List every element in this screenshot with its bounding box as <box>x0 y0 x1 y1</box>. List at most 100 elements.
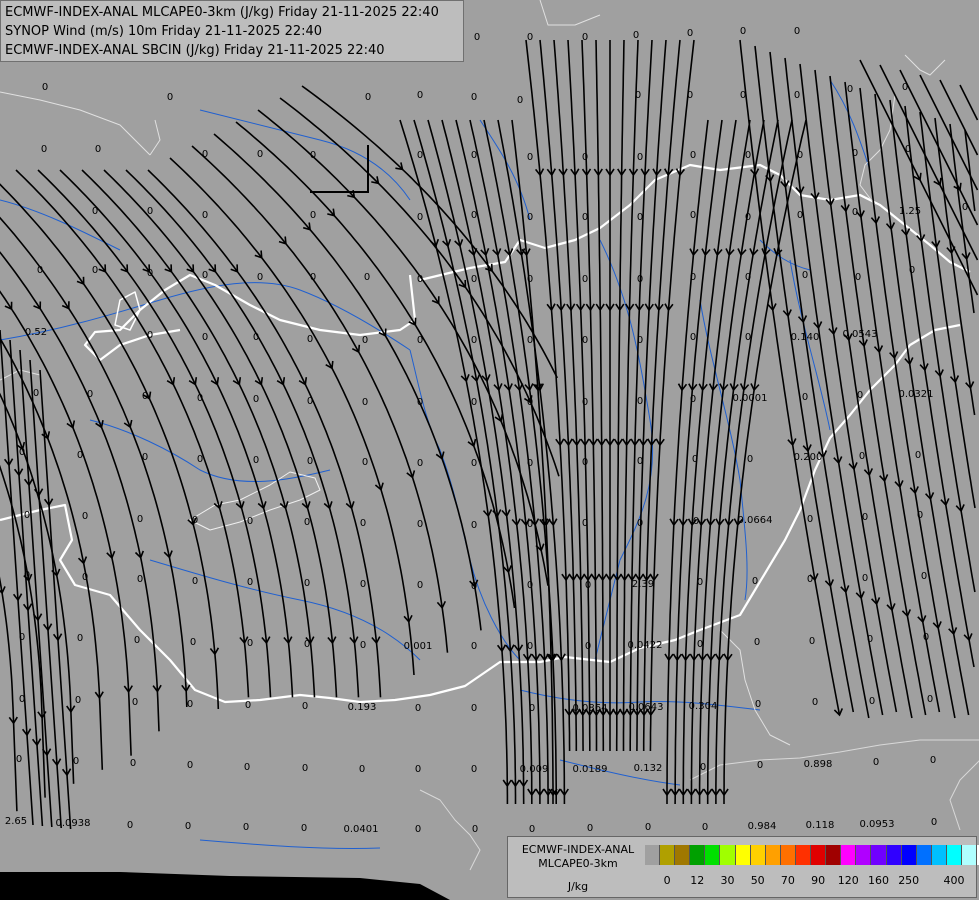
sbcin-value-label: 0 <box>527 152 533 163</box>
sbcin-value-label: 0 <box>582 335 588 346</box>
sbcin-value-label: 0 <box>471 92 477 103</box>
legend-swatches <box>645 845 979 865</box>
sbcin-value-label: 1.25 <box>899 206 921 217</box>
sbcin-value-label: 0 <box>471 397 477 408</box>
legend-swatch <box>916 845 932 865</box>
sbcin-value-label: 0 <box>917 510 923 521</box>
sbcin-value-label: 0 <box>690 272 696 283</box>
sbcin-value-label: 0.0543 <box>843 329 878 340</box>
sbcin-value-label: 0 <box>247 638 253 649</box>
sbcin-value-label: 0 <box>137 514 143 525</box>
sbcin-value-label: 0 <box>417 397 423 408</box>
legend-swatch <box>961 845 978 865</box>
sbcin-value-label: 0.001 <box>404 641 433 652</box>
title-synop-wind: SYNOP Wind (m/s) 10m Friday 21-11-2025 2… <box>5 24 323 39</box>
sbcin-value-label: 0 <box>253 394 259 405</box>
sbcin-value-label: 0 <box>471 274 477 285</box>
sbcin-value-label: 0 <box>471 703 477 714</box>
sbcin-value-label: 0.0953 <box>860 819 895 830</box>
sbcin-value-label: 0 <box>257 272 263 283</box>
sbcin-value-label: 0 <box>304 578 310 589</box>
sbcin-value-label: 0 <box>690 150 696 161</box>
sbcin-value-label: 0 <box>857 390 863 401</box>
sbcin-value-label: 0 <box>915 450 921 461</box>
sbcin-value-label: 0 <box>24 510 30 521</box>
sbcin-value-label: 0 <box>192 515 198 526</box>
sbcin-value-label: 0 <box>745 272 751 283</box>
sbcin-value-label: 0 <box>635 90 641 101</box>
legend-tick-label: 120 <box>837 874 859 887</box>
sbcin-value-label: 0 <box>930 755 936 766</box>
legend-swatch <box>931 845 947 865</box>
sbcin-value-label: 0.0001 <box>733 393 768 404</box>
sbcin-value-label: 0.984 <box>748 821 777 832</box>
sbcin-value-label: 0 <box>253 455 259 466</box>
sbcin-value-label: 0 <box>471 150 477 161</box>
sbcin-value-label: 0 <box>797 150 803 161</box>
sbcin-value-label: 0 <box>690 332 696 343</box>
sbcin-value-label: 0 <box>365 92 371 103</box>
sbcin-value-label: 0 <box>417 212 423 223</box>
sbcin-value-label: 0 <box>529 824 535 835</box>
sbcin-value-label: 0 <box>700 762 706 773</box>
sbcin-value-label: 0 <box>187 760 193 771</box>
sbcin-value-label: 0 <box>582 274 588 285</box>
legend-swatch <box>780 845 796 865</box>
sbcin-value-label: 0 <box>362 397 368 408</box>
sbcin-value-label: 0 <box>307 334 313 345</box>
weather-map: 0 0 0 0 0 0 0 0 0 0 0 0 0 0 0 0 0 0 0 0 0 0 0 0 0 0 0 0 0 0 0 0 0 0 0 0 0 0 0 0… <box>0 0 979 900</box>
sbcin-value-label: 0 <box>417 458 423 469</box>
sbcin-value-label: 0 <box>527 335 533 346</box>
sbcin-value-label: 0 <box>247 577 253 588</box>
sbcin-value-label: 0 <box>244 762 250 773</box>
legend-tick-label: 90 <box>811 874 826 887</box>
sbcin-value-label: 0 <box>754 637 760 648</box>
sbcin-value-label: 0 <box>75 695 81 706</box>
sbcin-value-label: 2.65 <box>5 816 27 827</box>
sbcin-value-label: 0 <box>702 822 708 833</box>
sbcin-value-label: 0.0643 <box>629 702 664 713</box>
sbcin-value-label: 0 <box>690 394 696 405</box>
legend-tick-label: 400 <box>943 874 965 887</box>
sbcin-value-label: 0 <box>245 700 251 711</box>
sbcin-value-label: 0 <box>190 637 196 648</box>
sbcin-value-label: 0 <box>307 456 313 467</box>
title-mlcape: ECMWF-INDEX-ANAL MLCAPE0-3km (J/kg) Frid… <box>5 5 439 20</box>
legend-title-line2: MLCAPE0-3km <box>538 857 618 870</box>
sbcin-value-label: 0 <box>962 202 968 213</box>
legend-swatch <box>811 845 827 865</box>
sbcin-value-label: 0.200 <box>794 452 823 463</box>
sbcin-value-label: 0 <box>73 756 79 767</box>
sbcin-value-label: 0 <box>527 580 533 591</box>
sbcin-value-label: 0 <box>927 694 933 705</box>
sbcin-value-label: 0 <box>257 149 263 160</box>
sbcin-value-label: 0 <box>364 272 370 283</box>
sbcin-value-label: 0 <box>362 335 368 346</box>
sbcin-value-label: 0 <box>310 272 316 283</box>
sbcin-value-label: 0 <box>474 32 480 43</box>
sbcin-value-label: 0 <box>747 454 753 465</box>
sbcin-value-label: 0 <box>247 516 253 527</box>
sbcin-value-label: 0 <box>740 26 746 37</box>
sbcin-value-label: 0.009 <box>520 764 549 775</box>
legend-swatch <box>886 845 902 865</box>
sbcin-value-label: 0.140 <box>791 332 820 343</box>
legend-swatch <box>901 845 917 865</box>
sbcin-value-label: 0 <box>417 335 423 346</box>
sbcin-value-label: 0 <box>582 457 588 468</box>
sbcin-value-label: 0 <box>202 332 208 343</box>
sbcin-value-label: 0 <box>92 265 98 276</box>
sbcin-value-label: 0 <box>132 697 138 708</box>
sbcin-value-label: 0 <box>301 823 307 834</box>
sbcin-value-label: 0 <box>24 570 30 581</box>
title-sbcin: ECMWF-INDEX-ANAL SBCIN (J/kg) Friday 21-… <box>5 43 385 58</box>
sbcin-value-label: 0 <box>16 754 22 765</box>
sbcin-value-label: 0 <box>745 332 751 343</box>
sbcin-value-label: 0 <box>687 28 693 39</box>
sbcin-value-label: 0 <box>752 576 758 587</box>
sbcin-value-label: 0 <box>802 270 808 281</box>
legend-tick-label: 70 <box>780 874 795 887</box>
sbcin-value-label: 0 <box>527 519 533 530</box>
sbcin-value-label: 0 <box>527 458 533 469</box>
sbcin-value-label: 0 <box>921 571 927 582</box>
